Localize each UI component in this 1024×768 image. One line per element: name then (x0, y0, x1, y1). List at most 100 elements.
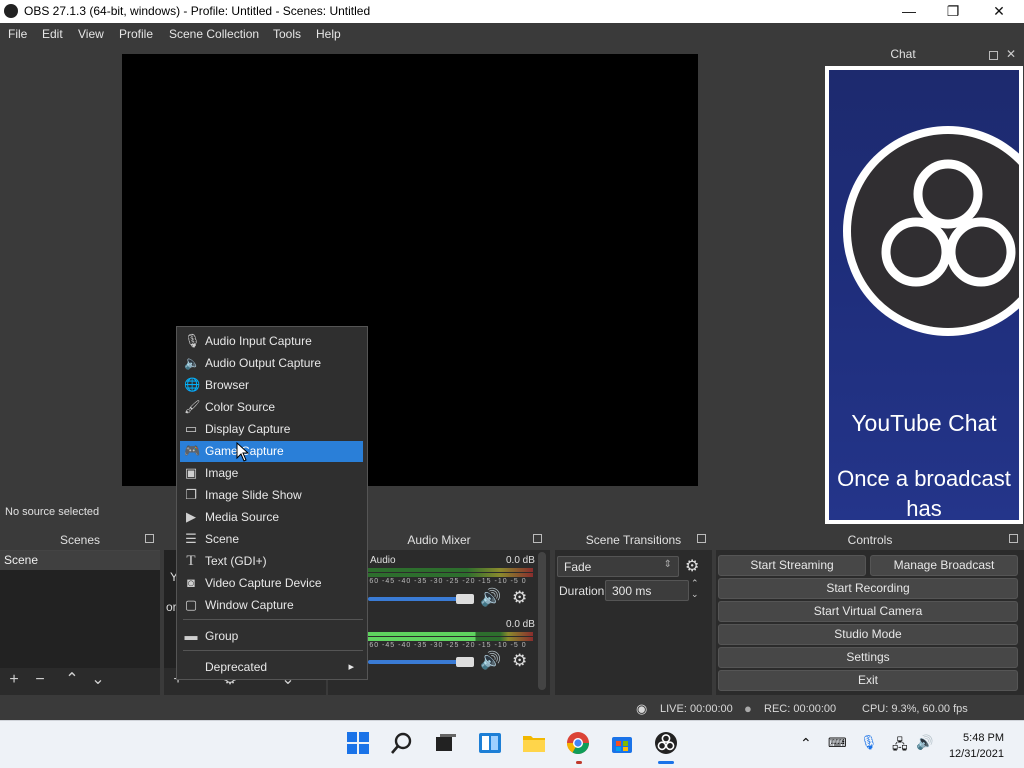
menu-item-audio-input-capture[interactable]: 🎙 Audio Input Capture (180, 331, 364, 352)
menu-bar: File Edit View Profile Scene Collection … (0, 23, 1024, 45)
gear-icon[interactable]: ⚙ (685, 556, 699, 576)
scene-transitions-dock: Scene Transitions Fade ⇕ ⚙ Duration 300 … (555, 530, 712, 695)
gear-icon[interactable]: ⚙ (512, 651, 527, 671)
menu-view[interactable]: View (78, 27, 104, 41)
float-icon[interactable] (989, 51, 998, 60)
exit-button[interactable]: Exit (718, 670, 1018, 691)
spinner-icon[interactable]: ⌃ ⌄ (691, 578, 699, 600)
float-icon[interactable] (1009, 534, 1018, 543)
remove-icon[interactable]: − (30, 671, 50, 689)
close-icon[interactable]: ✕ (1006, 47, 1016, 61)
keyboard-icon[interactable]: ⌨ (828, 735, 847, 751)
network-icon[interactable]: 🖧 (892, 734, 908, 758)
menu-item-deprecated[interactable]: Deprecated ▸ (180, 657, 364, 678)
menu-item-label: Window Capture (205, 598, 294, 612)
chrome-icon[interactable] (566, 731, 592, 757)
transition-select[interactable]: Fade ⇕ (557, 556, 679, 577)
start-virtual-camera-button[interactable]: Start Virtual Camera (718, 601, 1018, 622)
volume-slider[interactable] (368, 660, 468, 664)
mixer-scrollbar[interactable] (538, 552, 546, 690)
chevron-right-icon: ▸ (348, 661, 354, 673)
play-icon: ▶ (186, 509, 196, 524)
start-recording-button[interactable]: Start Recording (718, 578, 1018, 599)
controls-dock: Controls Start Streaming Manage Broadcas… (716, 530, 1024, 695)
list-icon: ☰ (185, 531, 197, 546)
mixer-channel-db: 0.0 dB (506, 619, 535, 630)
menu-item-label: Video Capture Device (205, 576, 322, 590)
float-icon[interactable] (697, 534, 706, 543)
system-clock[interactable]: 5:48 PM 12/31/2021 (949, 730, 1004, 762)
menu-item-image[interactable]: ▣ Image (180, 463, 364, 484)
maximize-button[interactable]: ❐ (930, 0, 976, 23)
volume-icon[interactable]: 🔊 (916, 734, 933, 751)
close-button[interactable]: ✕ (976, 0, 1022, 23)
menu-tools[interactable]: Tools (273, 27, 301, 41)
store-icon[interactable] (610, 731, 636, 757)
volume-slider-knob[interactable] (456, 657, 474, 667)
speaker-icon: 🔈 (184, 355, 201, 370)
move-up-icon[interactable]: ⌃ (62, 671, 82, 689)
menu-item-video-capture-device[interactable]: ◙ Video Capture Device (180, 573, 364, 594)
microphone-icon: 🎙 (184, 333, 201, 348)
studio-mode-button[interactable]: Studio Mode (718, 624, 1018, 645)
chat-message-text: Once a broadcast has (837, 466, 1011, 520)
active-indicator (576, 761, 582, 764)
duration-input[interactable]: 300 ms (605, 580, 689, 601)
meter-scale: -60 -45 -40 -35 -30 -25 -20 -15 -10 -5 0 (366, 642, 527, 649)
add-source-menu: 🎙 Audio Input Capture 🔈 Audio Output Captu… (176, 326, 368, 680)
chat-content: YouTube Chat Once a broadcast has (829, 70, 1019, 520)
search-icon[interactable] (390, 731, 416, 757)
menu-item-game-capture[interactable]: 🎮 Game Capture (180, 441, 363, 462)
camera-icon: ◙ (187, 575, 195, 590)
menu-item-label: Scene (205, 532, 240, 546)
scene-list: Scene (0, 550, 160, 668)
gamepad-icon: 🎮 (184, 443, 201, 458)
menu-item-image-slide-show[interactable]: ❐ Image Slide Show (180, 485, 364, 506)
live-timer: LIVE: 00:00:00 (660, 703, 733, 715)
volume-slider-knob[interactable] (456, 594, 474, 604)
manage-broadcast-button[interactable]: Manage Broadcast (870, 555, 1018, 576)
obs-taskbar-icon[interactable] (654, 731, 680, 757)
window-title: OBS 27.1.3 (64-bit, windows) - Profile: … (24, 4, 371, 18)
settings-button[interactable]: Settings (718, 647, 1018, 668)
menu-item-display-capture[interactable]: ▭ Display Capture (180, 419, 364, 440)
menu-help[interactable]: Help (316, 27, 341, 41)
menu-item-browser[interactable]: 🌐 Browser (180, 375, 364, 396)
task-view-icon[interactable] (434, 731, 460, 757)
start-streaming-button[interactable]: Start Streaming (718, 555, 866, 576)
menu-item-window-capture[interactable]: ▢ Window Capture (180, 595, 364, 616)
gear-icon[interactable]: ⚙ (512, 588, 527, 608)
scene-item[interactable]: Scene (0, 551, 160, 570)
file-explorer-icon[interactable] (522, 731, 548, 757)
menu-item-media-source[interactable]: ▶ Media Source (180, 507, 364, 528)
chat-frame[interactable]: YouTube Chat Once a broadcast has (825, 66, 1023, 524)
menu-item-label: Color Source (205, 400, 276, 414)
menu-item-label: Audio Input Capture (205, 334, 312, 348)
speaker-icon[interactable]: 🔊 (480, 651, 501, 671)
move-down-icon[interactable]: ⌄ (88, 671, 108, 689)
menu-file[interactable]: File (8, 27, 27, 41)
float-icon[interactable] (533, 534, 542, 543)
windows-start-icon[interactable] (346, 731, 372, 757)
menu-item-color-source[interactable]: 🖌 Color Source (180, 397, 364, 418)
menu-item-scene[interactable]: ☰ Scene (180, 529, 364, 550)
menu-scene-collection[interactable]: Scene Collection (169, 27, 259, 41)
microphone-icon[interactable]: 🎙 (860, 734, 878, 751)
chevron-updown-icon: ⇕ (663, 559, 672, 570)
minimize-button[interactable]: — (886, 0, 932, 23)
chevron-up-icon[interactable]: ⌃ (800, 735, 812, 752)
menu-separator (183, 619, 363, 620)
menu-item-audio-output-capture[interactable]: 🔈 Audio Output Capture (180, 353, 364, 374)
menu-item-text-gdi[interactable]: T Text (GDI+) (180, 551, 364, 572)
scene-transitions-header: Scene Transitions (555, 530, 712, 550)
float-icon[interactable] (145, 534, 154, 543)
scenes-dock: Scenes Scene + − ⌃ ⌄ (0, 530, 160, 695)
menu-profile[interactable]: Profile (119, 27, 153, 41)
menu-edit[interactable]: Edit (42, 27, 63, 41)
speaker-icon[interactable]: 🔊 (480, 588, 501, 608)
widgets-icon[interactable] (478, 731, 504, 757)
volume-slider[interactable] (368, 597, 468, 601)
obs-logo-icon (843, 126, 1019, 336)
menu-item-group[interactable]: ▬ Group (180, 626, 364, 647)
add-icon[interactable]: + (4, 671, 24, 689)
